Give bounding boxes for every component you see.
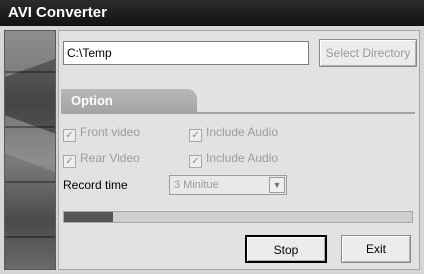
rear-video-option[interactable]: ✓ Rear Video <box>63 150 140 168</box>
include-audio-option-1[interactable]: ✓ Include Audio <box>189 124 279 142</box>
include-audio-option-2[interactable]: ✓ Include Audio <box>189 150 279 168</box>
front-video-option[interactable]: ✓ Front video <box>63 124 141 142</box>
option-tab: Option <box>61 89 197 113</box>
window-title: AVI Converter <box>0 0 424 26</box>
select-directory-button[interactable]: Select Directory <box>319 39 417 67</box>
include-audio-label-1: Include Audio <box>206 125 279 139</box>
main-panel: C:\Temp Select Directory Option ✓ Front v… <box>58 30 420 270</box>
stop-button[interactable]: Stop <box>245 235 327 263</box>
rear-video-label: Rear Video <box>80 151 140 165</box>
progress-bar <box>63 211 413 223</box>
rear-video-checkbox[interactable]: ✓ <box>63 155 76 168</box>
avi-converter-window: AVI Converter C:\Temp Select Directory O… <box>0 0 424 274</box>
include-audio-label-2: Include Audio <box>206 151 279 165</box>
include-audio-checkbox-1[interactable]: ✓ <box>189 129 202 142</box>
record-time-select[interactable]: 3 Minitue ▼ <box>169 175 287 195</box>
directory-field[interactable]: C:\Temp <box>63 41 309 65</box>
chevron-down-icon[interactable]: ▼ <box>269 177 285 193</box>
record-time-label: Record time <box>63 178 128 192</box>
progress-fill <box>64 212 113 222</box>
front-video-label: Front video <box>80 125 141 139</box>
option-divider <box>61 112 415 114</box>
record-time-value: 3 Minitue <box>174 179 219 191</box>
front-video-checkbox[interactable]: ✓ <box>63 129 76 142</box>
side-decoration-image <box>4 30 56 270</box>
include-audio-checkbox-2[interactable]: ✓ <box>189 155 202 168</box>
exit-button[interactable]: Exit <box>341 235 411 263</box>
